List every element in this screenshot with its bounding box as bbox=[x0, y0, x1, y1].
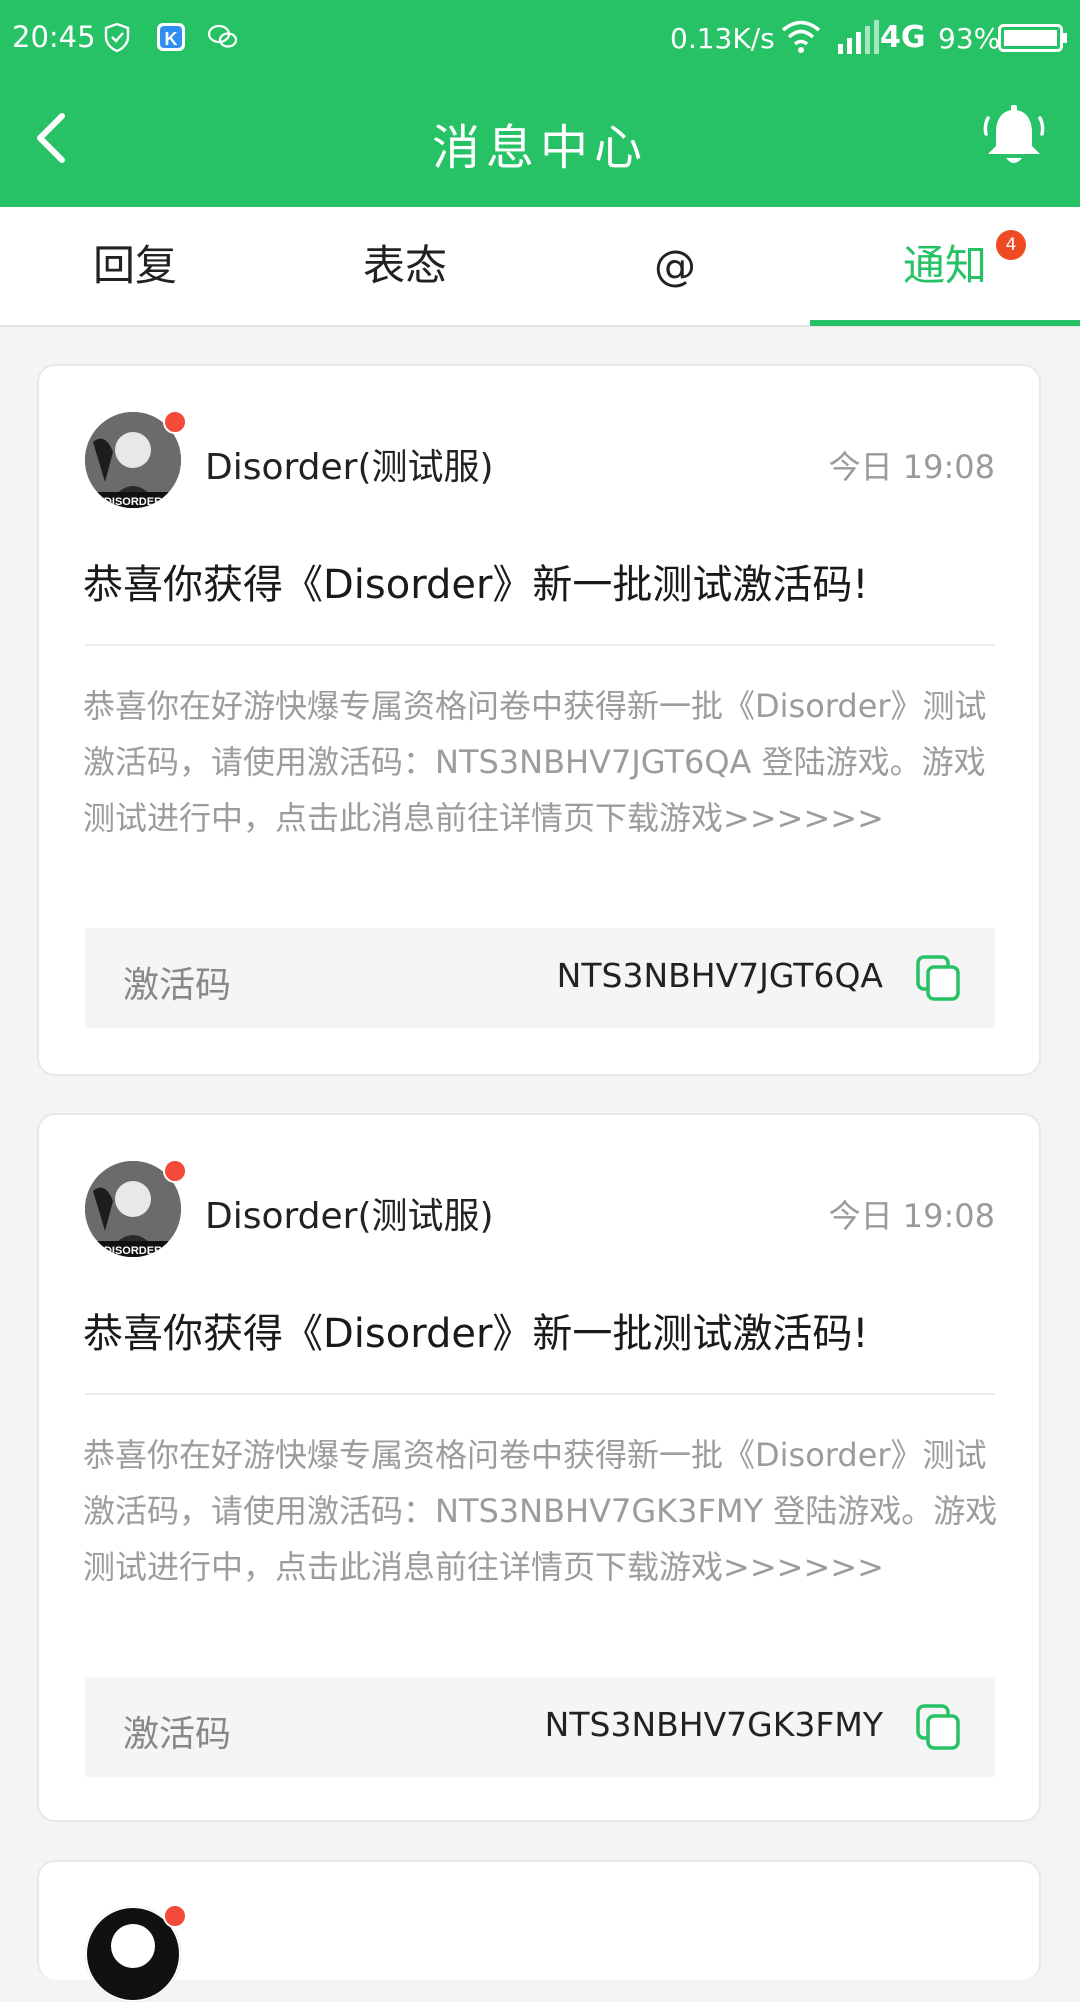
status-bar: 20:45 K 0.13K/s 4G 93% bbox=[0, 0, 1080, 76]
unread-dot bbox=[163, 1159, 187, 1183]
page-title: 消息中心 bbox=[431, 120, 648, 176]
notification-badge: 4 bbox=[996, 230, 1026, 260]
activation-code-box: 激活码 NTS3NBHV7JGT6QA bbox=[85, 928, 995, 1028]
message-body: 恭喜你在好游快爆专属资格问卷中获得新一批《Disorder》测试激活码，请使用激… bbox=[83, 1436, 998, 1586]
unread-dot bbox=[163, 1904, 187, 1928]
tab-replies[interactable]: 回复 bbox=[0, 207, 270, 325]
divider bbox=[85, 1393, 995, 1395]
svg-text:K: K bbox=[165, 29, 178, 49]
tab-reactions[interactable]: 表态 bbox=[270, 207, 540, 325]
message-card[interactable]: DISORDER Disorder(测试服) 今日 19:08 恭喜你获得《Di… bbox=[37, 1113, 1041, 1822]
unread-dot bbox=[163, 410, 187, 434]
message-card[interactable]: DISORDER Disorder(测试服) 今日 19:08 恭喜你获得《Di… bbox=[37, 364, 1041, 1076]
signal-icon bbox=[838, 20, 879, 54]
message-card[interactable] bbox=[37, 1860, 1041, 2002]
message-title: 恭喜你获得《Disorder》新一批测试激活码! bbox=[83, 562, 869, 608]
shield-icon bbox=[104, 22, 130, 53]
tab-bar: 回复 表态 @ 通知 bbox=[0, 207, 1080, 327]
tab-notifications[interactable]: 通知 bbox=[810, 207, 1080, 325]
kuaibao-app-icon: K bbox=[157, 23, 185, 51]
app-header: 20:45 K 0.13K/s 4G 93% 消息中心 bbox=[0, 0, 1080, 207]
active-tab-indicator bbox=[810, 320, 1080, 326]
bell-icon[interactable] bbox=[982, 104, 1046, 170]
divider bbox=[85, 644, 995, 646]
svg-text:DISORDER: DISORDER bbox=[104, 496, 162, 508]
wechat-icon bbox=[207, 24, 238, 48]
tab-mentions[interactable]: @ bbox=[540, 207, 810, 325]
code-label: 激活码 bbox=[123, 1714, 232, 1755]
battery-icon bbox=[998, 24, 1067, 52]
activation-code-box: 激活码 NTS3NBHV7GK3FMY bbox=[85, 1677, 995, 1777]
activation-code: NTS3NBHV7JGT6QA bbox=[556, 956, 883, 995]
sender-name[interactable]: Disorder(测试服) bbox=[205, 1187, 494, 1239]
svg-text:DISORDER: DISORDER bbox=[104, 1245, 162, 1257]
copy-icon[interactable] bbox=[915, 954, 961, 1002]
status-time: 20:45 bbox=[12, 20, 96, 54]
code-label: 激活码 bbox=[123, 965, 232, 1006]
net-speed: 0.13K/s bbox=[670, 22, 775, 55]
battery-percent: 93% bbox=[938, 22, 1001, 55]
sender-name[interactable]: Disorder(测试服) bbox=[205, 438, 494, 490]
network-type: 4G bbox=[880, 20, 926, 55]
message-body: 恭喜你在好游快爆专属资格问卷中获得新一批《Disorder》测试激活码，请使用激… bbox=[83, 687, 987, 837]
copy-icon[interactable] bbox=[915, 1703, 961, 1751]
message-title: 恭喜你获得《Disorder》新一批测试激活码! bbox=[83, 1311, 869, 1357]
message-time: 今日 19:08 bbox=[828, 448, 995, 486]
wifi-icon bbox=[781, 20, 821, 53]
message-time: 今日 19:08 bbox=[828, 1197, 995, 1235]
activation-code: NTS3NBHV7GK3FMY bbox=[544, 1705, 883, 1744]
